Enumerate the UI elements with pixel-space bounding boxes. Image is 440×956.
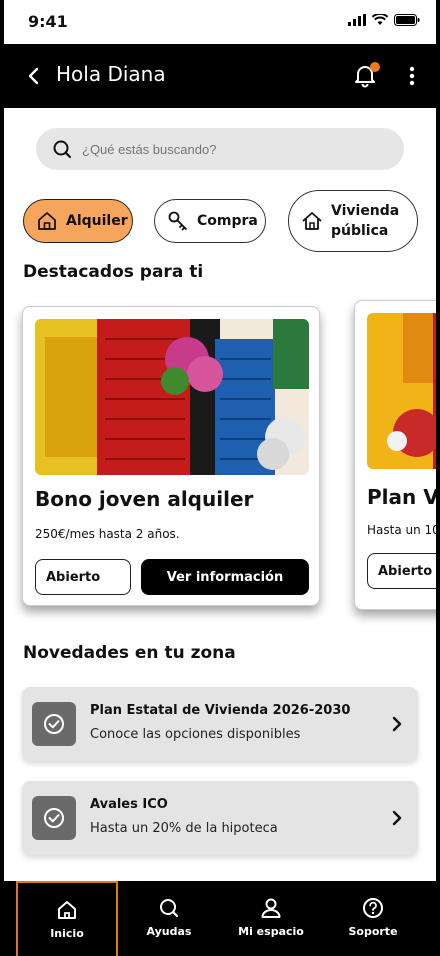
tab-label: Soporte [348,925,398,938]
card-title: Plan Vi [367,485,436,509]
chip-label: Alquiler [66,213,128,229]
device-frame: 9:41 Hola Diana ¿Qué estás buscando? Alq… [0,0,440,956]
search-icon [53,140,72,159]
chevron-right-icon [392,716,402,732]
status-badge-open: Abierto [367,553,436,589]
shutters-illustration [35,319,309,475]
notifications-button[interactable] [352,62,380,90]
chip-compra[interactable]: Compra [154,199,266,243]
card-image-yellow-wall [367,313,436,469]
status-bar: 9:41 [4,0,436,44]
featured-card[interactable]: Bono joven alquiler 250€/mes hasta 2 año… [22,306,320,606]
more-info-button[interactable]: Ver información [141,559,309,595]
tab-label: Ayudas [146,925,192,938]
house-icon [38,212,56,230]
search-bar[interactable] [36,128,404,170]
news-item-title: Plan Estatal de Vivienda 2026-2030 [90,703,351,718]
news-item[interactable]: Avales ICO Hasta un 20% de la hipoteca [22,781,418,855]
card-subtitle: 250€/mes hasta 2 años. [35,527,180,541]
status-badge-open: Abierto [35,559,131,595]
tab-inicio[interactable]: Inicio [16,881,118,956]
chip-label-line2: pública [331,223,389,239]
news-item[interactable]: Plan Estatal de Vivienda 2026-2030 Conoc… [22,687,418,761]
chip-label: Compra [197,213,258,229]
app-header: Hola Diana [4,44,436,108]
signal-icon [348,14,366,26]
chip-label: Vivienda pública [331,201,399,241]
news-item-subtitle: Conoce las opciones disponibles [90,727,301,742]
featured-card-2[interactable]: Plan Vi Hasta un 10 Abierto [354,300,436,610]
home-icon [58,901,76,919]
search-icon [160,899,179,918]
news-section-title: Novedades en tu zona [23,643,236,663]
chip-alquiler[interactable]: Alquiler [23,199,133,243]
page-title: Hola Diana [56,62,166,86]
home-outline-icon [302,212,322,230]
key-icon [168,211,187,231]
tab-label: Inicio [50,927,84,940]
wall-illustration [367,313,436,469]
search-input[interactable] [82,128,382,170]
check-circle-icon [32,702,76,746]
chip-label-line1: Vivienda [331,203,400,219]
chevron-right-icon [392,810,402,826]
tab-mi-espacio[interactable]: Mi espacio [220,881,322,956]
card-subtitle: Hasta un 10 [367,523,436,537]
chip-vivienda-publica[interactable]: Vivienda pública [288,190,418,252]
app-screen: 9:41 Hola Diana ¿Qué estás buscando? Alq… [4,0,436,956]
news-item-subtitle: Hasta un 20% de la hipoteca [90,821,278,836]
tab-ayudas[interactable]: Ayudas [118,881,220,956]
bottom-tab-bar: Inicio Ayudas Mi espacio Soporte [4,881,436,956]
tab-soporte[interactable]: Soporte [322,881,424,956]
notification-badge [370,62,380,72]
back-arrow-icon[interactable] [22,64,46,88]
card-title: Bono joven alquiler [35,487,254,511]
status-icons [348,14,420,26]
status-time: 9:41 [28,12,68,31]
more-options-icon[interactable] [402,64,422,88]
tab-label: Mi espacio [238,925,304,938]
help-icon [363,898,383,918]
card-image-colorful-shutters [35,319,309,475]
wifi-icon [372,14,388,25]
featured-section-title: Destacados para ti [23,262,204,282]
user-icon [261,898,281,918]
check-circle-icon [32,796,76,840]
news-item-title: Avales ICO [90,797,168,812]
battery-icon [394,14,420,26]
